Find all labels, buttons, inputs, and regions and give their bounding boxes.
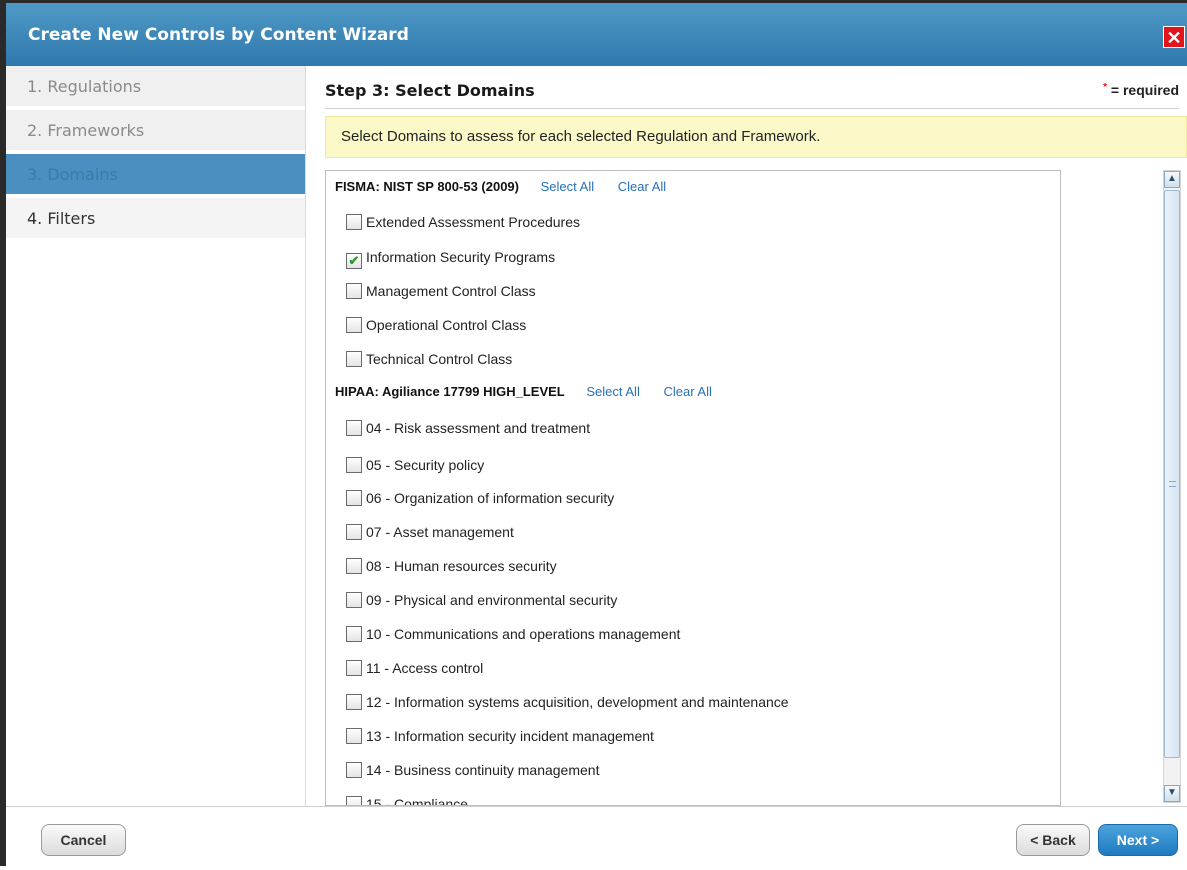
domain-checkbox[interactable] [346,796,362,805]
dialog-titlebar: Create New Controls by Content Wizard ✕ [6,3,1187,66]
domain-row[interactable]: 14 - Business continuity management [346,759,599,781]
cancel-button[interactable]: Cancel [41,824,126,856]
step-label: 1. Regulations [27,77,142,96]
domain-row[interactable]: 12 - Information systems acquisition, de… [346,691,789,713]
domain-checkbox[interactable] [346,728,362,744]
step-filters[interactable]: 4. Filters [6,198,305,240]
select-all-link[interactable]: Select All [586,384,639,399]
domain-label: 09 - Physical and environmental security [366,592,618,608]
domain-label: Technical Control Class [366,351,513,367]
scroll-grip-icon [1169,481,1176,487]
domain-label: 11 - Access control [366,660,484,676]
domain-checkbox[interactable] [346,420,362,436]
domain-row[interactable]: 07 - Asset management [346,521,514,543]
domain-checkbox[interactable] [346,660,362,676]
select-all-link[interactable]: Select All [541,179,594,194]
domain-row[interactable]: 05 - Security policy [346,454,484,476]
domain-label: 14 - Business continuity management [366,762,600,778]
step-frameworks[interactable]: 2. Frameworks [6,110,305,152]
domain-row[interactable]: 15 - Compliance [346,793,468,806]
wizard-steps-sidebar: 1. Regulations 2. Frameworks 3. Domains … [6,66,306,806]
group-header-hipaa: HIPAA: Agiliance 17799 HIGH_LEVEL Select… [335,382,732,402]
domain-row[interactable]: Technical Control Class [346,348,512,370]
step-label: 2. Frameworks [27,121,145,140]
domain-checkbox[interactable] [346,214,362,230]
domain-row[interactable]: 08 - Human resources security [346,555,557,577]
clear-all-link[interactable]: Clear All [618,179,666,194]
checkmark-icon: ✔ [348,253,360,268]
domain-label: 15 - Compliance [366,796,468,806]
domain-label: 12 - Information systems acquisition, de… [366,694,789,710]
scroll-down-arrow-icon[interactable]: ▼ [1164,785,1180,802]
domain-row[interactable]: 04 - Risk assessment and treatment [346,417,590,439]
domain-checkbox[interactable]: ✔ [346,253,362,269]
domain-row[interactable]: 09 - Physical and environmental security [346,589,617,611]
required-legend: * = required [1103,82,1179,98]
domain-checkbox[interactable] [346,626,362,642]
domain-label: Information Security Programs [366,249,556,265]
domain-checkbox[interactable] [346,762,362,778]
scroll-thumb[interactable] [1164,190,1180,758]
domain-row[interactable]: Management Control Class [346,280,536,302]
domain-label: 13 - Information security incident manag… [366,728,654,744]
group-name: FISMA: NIST SP 800-53 (2009) [335,179,519,194]
back-button[interactable]: < Back [1016,824,1090,856]
instructions-text: Select Domains to assess for each select… [341,128,821,145]
domain-row[interactable]: Extended Assessment Procedures [346,211,580,233]
domain-row[interactable]: 13 - Information security incident manag… [346,725,654,747]
group-name: HIPAA: Agiliance 17799 HIGH_LEVEL [335,384,565,399]
wizard-dialog: Create New Controls by Content Wizard ✕ … [0,0,1187,870]
domain-checkbox[interactable] [346,457,362,473]
domain-checkbox[interactable] [346,694,362,710]
domain-checkbox[interactable] [346,351,362,367]
domain-row[interactable]: ✔ Information Security Programs [346,246,556,269]
domain-label: 06 - Organization of information securit… [366,490,615,506]
domain-row[interactable]: 06 - Organization of information securit… [346,487,614,509]
dialog-footer: Cancel < Back Next > [6,806,1187,870]
step-label: 3. Domains [27,165,118,184]
domain-label: 04 - Risk assessment and treatment [366,420,591,436]
domain-checkbox[interactable] [346,558,362,574]
close-button[interactable]: ✕ [1163,26,1185,48]
domain-label: Extended Assessment Procedures [366,214,581,230]
domain-label: 10 - Communications and operations manag… [366,626,681,642]
dialog-title: Create New Controls by Content Wizard [28,25,409,45]
required-text: = required [1107,82,1179,98]
domain-label: Operational Control Class [366,317,527,333]
step-domains[interactable]: 3. Domains [6,154,305,196]
group-header-fisma: FISMA: NIST SP 800-53 (2009) Select All … [335,177,686,197]
step-label: 4. Filters [27,209,96,228]
domains-scrollbar[interactable]: ▲ ▼ [1163,170,1181,803]
scroll-up-arrow-icon[interactable]: ▲ [1164,171,1180,188]
domain-row[interactable]: Operational Control Class [346,314,526,336]
domain-checkbox[interactable] [346,592,362,608]
domain-row[interactable]: 10 - Communications and operations manag… [346,623,680,645]
page-title: Step 3: Select Domains [325,81,535,100]
domain-row[interactable]: 11 - Access control [346,657,483,679]
domain-checkbox[interactable] [346,490,362,506]
instructions-banner: Select Domains to assess for each select… [325,116,1187,158]
domain-checkbox[interactable] [346,317,362,333]
domain-checkbox[interactable] [346,283,362,299]
step-header: Step 3: Select Domains * = required [325,78,1179,109]
clear-all-link[interactable]: Clear All [663,384,711,399]
domain-label: 07 - Asset management [366,524,514,540]
close-icon: ✕ [1166,28,1182,48]
domain-label: 05 - Security policy [366,457,485,473]
next-button[interactable]: Next > [1098,824,1178,856]
domain-checkbox[interactable] [346,524,362,540]
domains-list-panel: FISMA: NIST SP 800-53 (2009) Select All … [325,170,1061,806]
domain-label: 08 - Human resources security [366,558,557,574]
domain-label: Management Control Class [366,283,536,299]
step-regulations[interactable]: 1. Regulations [6,66,305,108]
